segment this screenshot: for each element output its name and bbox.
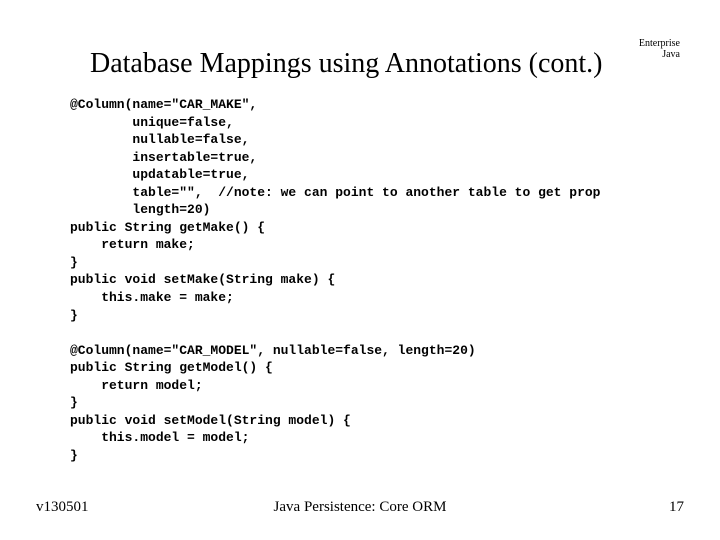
corner-line-1: Enterprise bbox=[639, 38, 680, 49]
footer-page-number: 17 bbox=[669, 499, 684, 516]
corner-line-2: Java bbox=[639, 49, 680, 60]
slide: Database Mappings using Annotations (con… bbox=[0, 0, 720, 540]
code-block: @Column(name="CAR_MAKE", unique=false, n… bbox=[70, 96, 690, 464]
footer-title: Java Persistence: Core ORM bbox=[0, 499, 720, 516]
slide-title: Database Mappings using Annotations (con… bbox=[90, 48, 602, 80]
corner-label: Enterprise Java bbox=[639, 38, 680, 60]
